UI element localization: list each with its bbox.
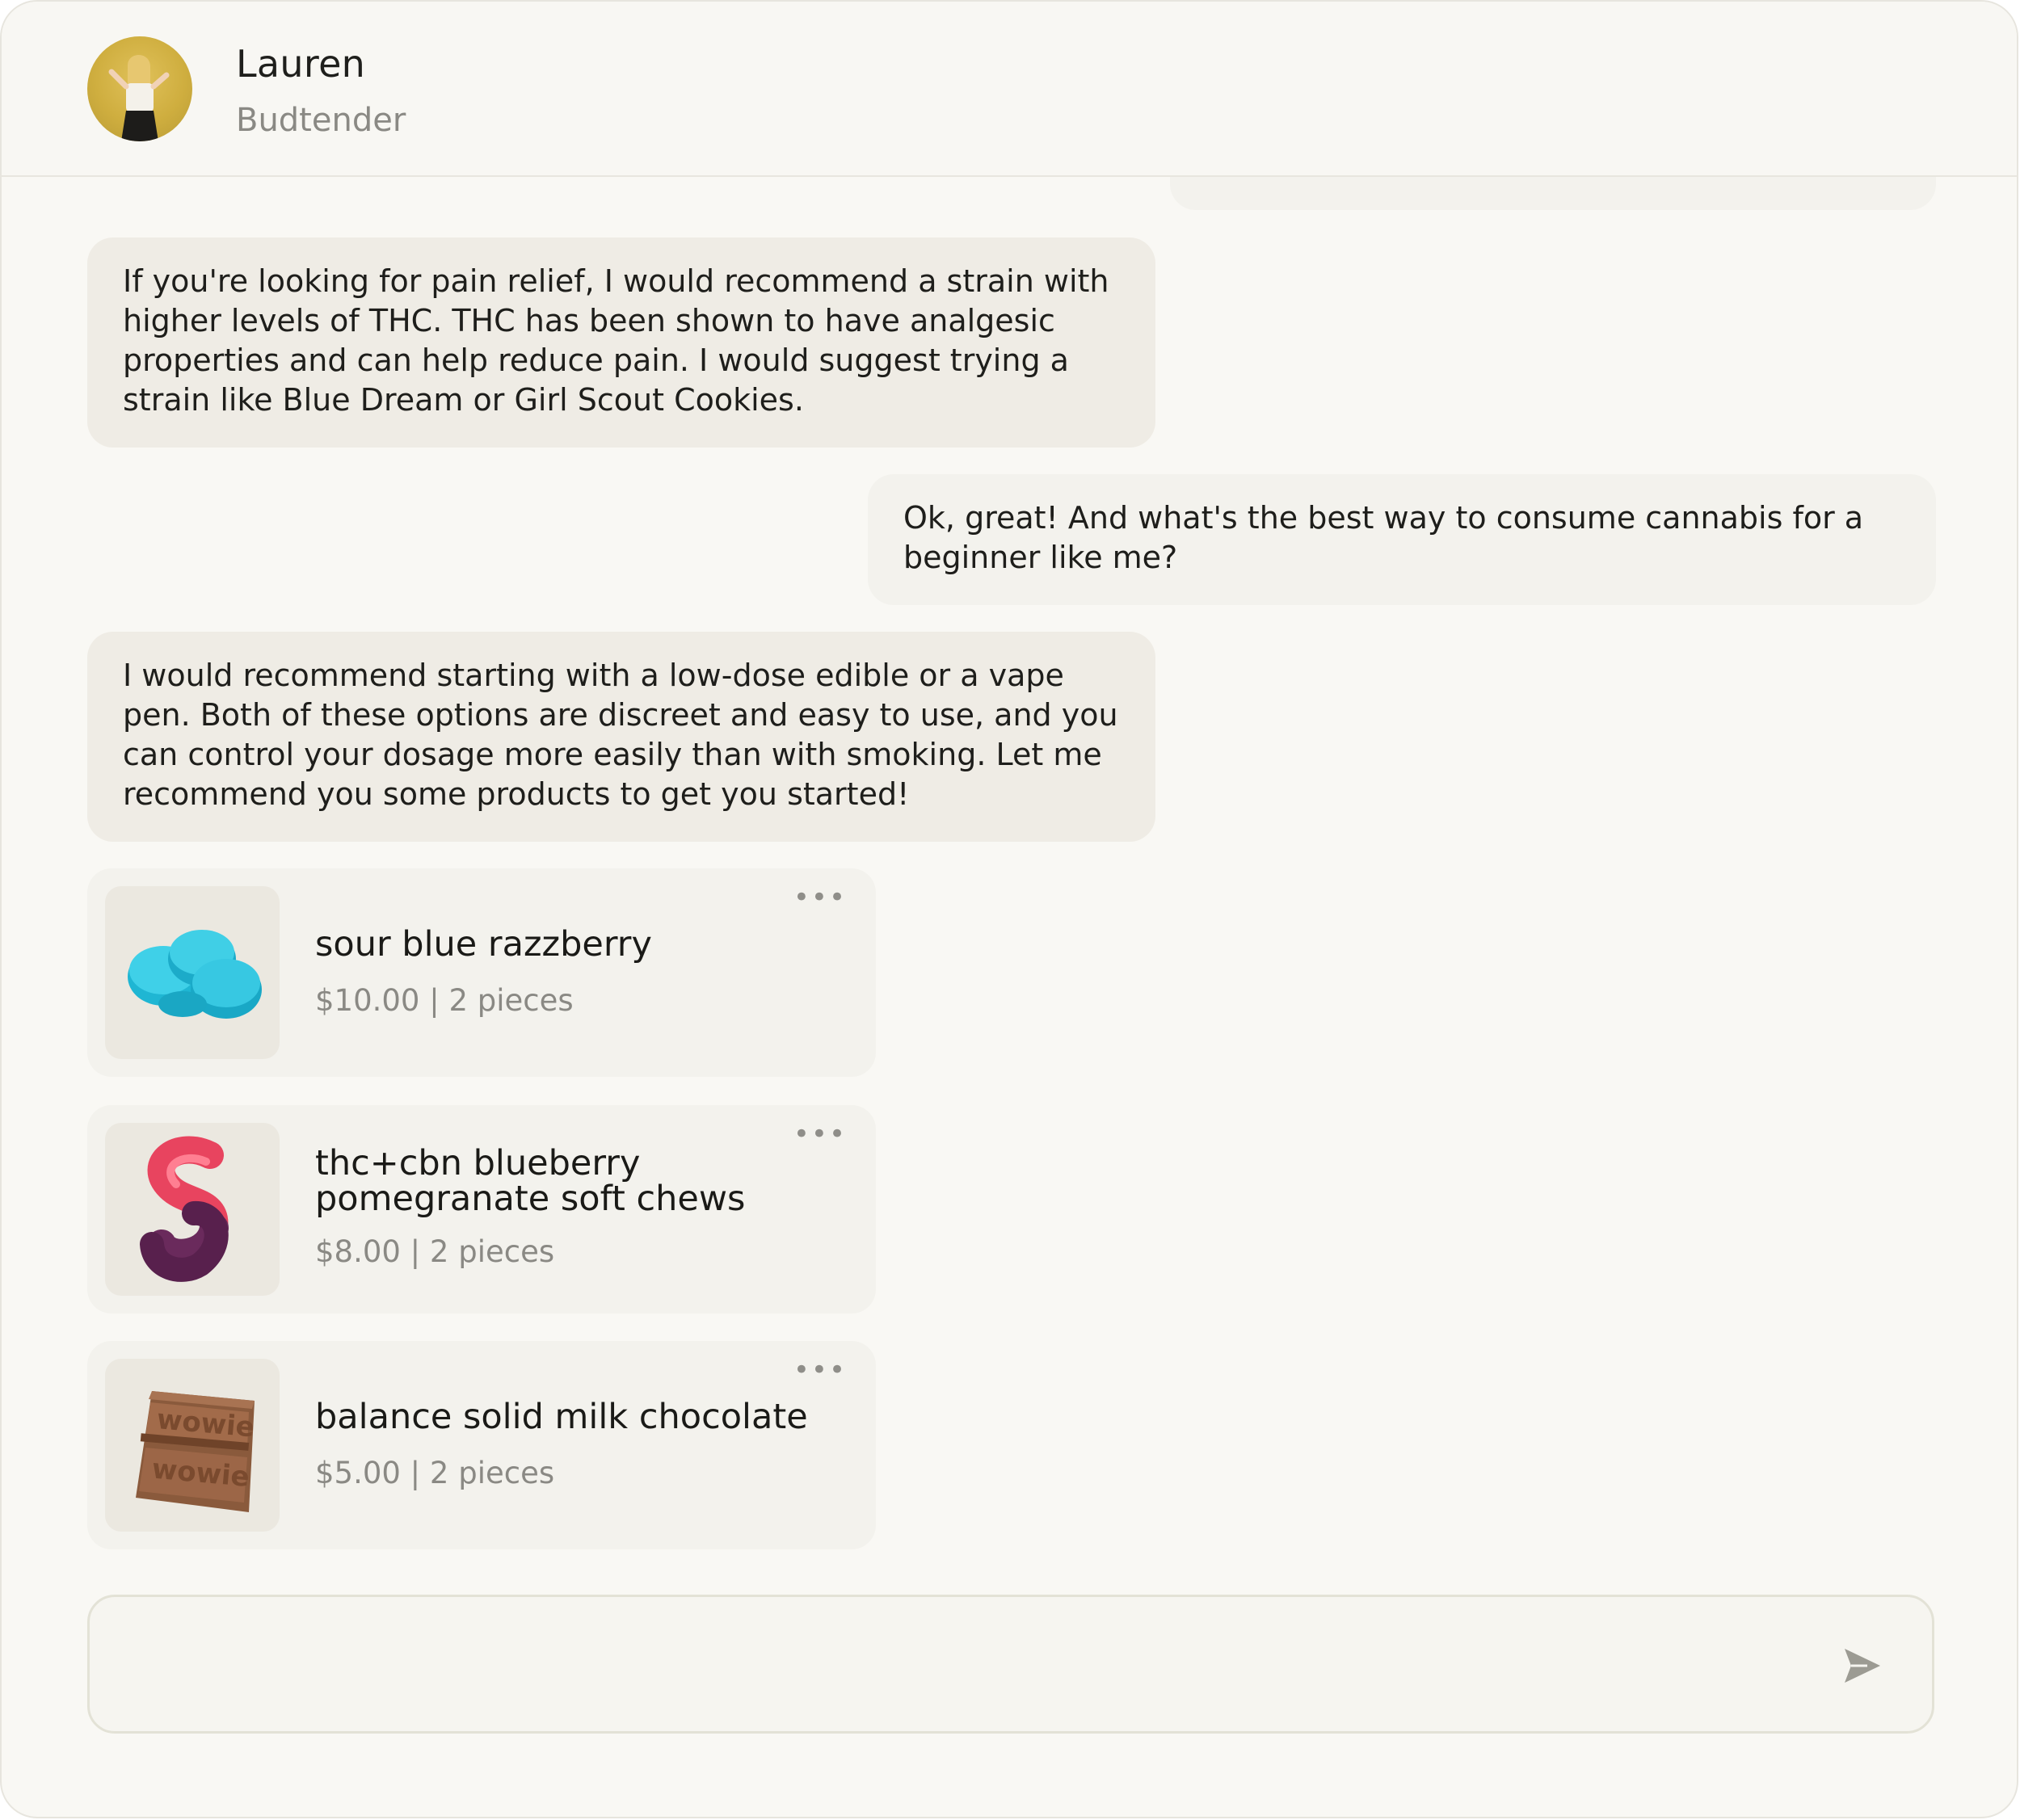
send-icon[interactable] — [1840, 1644, 1883, 1688]
more-options-icon[interactable]: ••• — [793, 1120, 847, 1148]
product-title[interactable]: sour blue razzberry — [315, 927, 832, 962]
product-price: $5.00 | 2 pieces — [315, 1456, 555, 1490]
message-composer[interactable] — [87, 1595, 1934, 1734]
blue-gummies-icon — [128, 930, 262, 1019]
message-text: I would recommend starting with a low-do… — [123, 658, 1118, 812]
person-icon — [108, 54, 170, 141]
contact-role: Budtender — [236, 102, 406, 139]
product-title[interactable]: balance solid milk chocolate — [315, 1399, 832, 1435]
product-image: wowie wowie — [105, 1359, 280, 1532]
user-message: Ok, great! And what's the best way to co… — [868, 474, 1936, 605]
product-title[interactable]: thc+cbn blueberry pomegranate soft chews — [315, 1145, 832, 1217]
message-list[interactable]: If you're looking for pain relief, I wou… — [2, 2, 2017, 1577]
product-card[interactable]: sour blue razzberry $10.00 | 2 pieces ••… — [87, 868, 876, 1077]
bot-message: I would recommend starting with a low-do… — [87, 632, 1155, 842]
contact-name: Lauren — [236, 42, 366, 86]
chocolate-bar-icon: wowie wowie — [136, 1391, 255, 1512]
more-options-icon[interactable]: ••• — [793, 884, 847, 911]
product-image — [105, 1123, 280, 1296]
product-price: $10.00 | 2 pieces — [315, 983, 574, 1018]
message-text: Ok, great! And what's the best way to co… — [903, 500, 1864, 575]
message-input[interactable] — [122, 1629, 1822, 1704]
product-price: $8.00 | 2 pieces — [315, 1234, 555, 1269]
product-image — [105, 886, 280, 1059]
message-text: If you're looking for pain relief, I wou… — [123, 263, 1109, 418]
product-card[interactable]: wowie wowie balance solid milk chocolate… — [87, 1341, 876, 1549]
product-card[interactable]: thc+cbn blueberry pomegranate soft chews… — [87, 1105, 876, 1314]
swirl-gummy-icon — [140, 1136, 229, 1282]
bot-message: If you're looking for pain relief, I wou… — [87, 237, 1155, 448]
avatar[interactable] — [87, 36, 192, 141]
more-options-icon[interactable]: ••• — [793, 1356, 847, 1384]
chat-window: If you're looking for pain relief, I wou… — [0, 0, 2018, 1818]
chat-header: Lauren Budtender — [2, 2, 2017, 177]
